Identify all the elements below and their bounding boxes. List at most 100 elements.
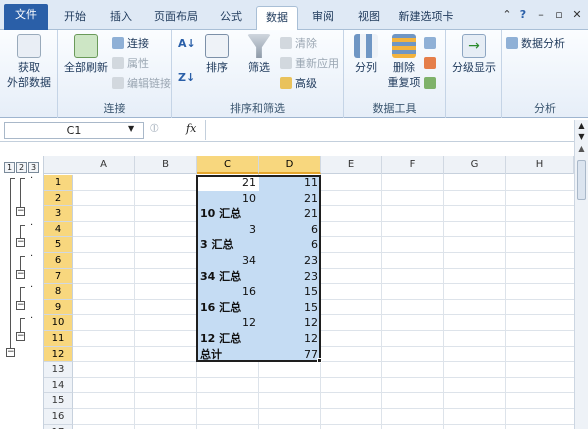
- column-header-h[interactable]: H: [506, 156, 574, 174]
- filter-button[interactable]: 筛选: [242, 34, 276, 75]
- connections-button[interactable]: 连接: [112, 36, 149, 52]
- name-box[interactable]: C1: [4, 122, 144, 139]
- cell-d2[interactable]: 21: [259, 191, 321, 207]
- row-header-17[interactable]: 17: [44, 424, 73, 429]
- cell-c11[interactable]: 12 汇总: [197, 331, 259, 347]
- cell-d12[interactable]: 77: [259, 347, 321, 363]
- row-header-8[interactable]: 8: [44, 284, 73, 300]
- row-header-11[interactable]: 11: [44, 331, 73, 347]
- cell-c2[interactable]: 10: [197, 191, 259, 207]
- formula-input[interactable]: [205, 120, 575, 140]
- close-icon[interactable]: ✕: [570, 8, 584, 21]
- outline-collapse-button[interactable]: −: [16, 300, 25, 310]
- cell-d8[interactable]: 15: [259, 284, 321, 300]
- row-header-3[interactable]: 3: [44, 206, 73, 222]
- row-header-2[interactable]: 2: [44, 190, 73, 207]
- clear-button[interactable]: 清除: [280, 36, 317, 52]
- column-header-g[interactable]: G: [444, 156, 506, 174]
- cell-c6[interactable]: 34: [197, 253, 259, 269]
- column-header-b[interactable]: B: [135, 156, 197, 174]
- tab-page-layout[interactable]: 页面布局: [146, 6, 206, 30]
- row-header-7[interactable]: 7: [44, 268, 73, 285]
- cell-d5[interactable]: 6: [259, 237, 321, 253]
- sort-ascending-icon[interactable]: A↓: [178, 36, 196, 52]
- row-header-13[interactable]: 13: [44, 362, 73, 378]
- properties-button[interactable]: 属性: [112, 56, 149, 72]
- cell-c7[interactable]: 34 汇总: [197, 269, 259, 285]
- cell-d7[interactable]: 23: [259, 269, 321, 285]
- row-header-14[interactable]: 14: [44, 377, 73, 394]
- tab-home[interactable]: 开始: [54, 6, 96, 30]
- edit-links-button[interactable]: 编辑链接: [112, 76, 171, 92]
- cell-c12[interactable]: 总计: [197, 347, 259, 363]
- help-icon[interactable]: ?: [516, 8, 530, 21]
- fill-handle[interactable]: [317, 358, 322, 363]
- outline-collapse-button[interactable]: −: [6, 347, 15, 357]
- text-to-columns-button[interactable]: 分列: [348, 34, 384, 75]
- column-header-c[interactable]: C: [197, 156, 259, 174]
- tab-formulas[interactable]: 公式: [210, 6, 252, 30]
- get-external-data-button[interactable]: 获取 外部数据: [4, 34, 54, 90]
- chevron-down-icon[interactable]: ▼: [128, 124, 134, 133]
- tab-file[interactable]: 文件: [4, 4, 48, 30]
- row-header-6[interactable]: 6: [44, 253, 73, 269]
- cell-c5[interactable]: 3 汇总: [197, 237, 259, 253]
- row-header-12[interactable]: 12: [44, 346, 73, 363]
- row-header-15[interactable]: 15: [44, 393, 73, 409]
- cell-c9[interactable]: 16 汇总: [197, 300, 259, 316]
- cell-c3[interactable]: 10 汇总: [197, 206, 259, 222]
- column-header-f[interactable]: F: [382, 156, 444, 174]
- sort-descending-icon[interactable]: Z↓: [178, 70, 195, 86]
- outline-collapse-button[interactable]: −: [16, 269, 25, 279]
- outline-collapse-button[interactable]: −: [16, 207, 25, 217]
- row-header-4[interactable]: 4: [44, 221, 73, 238]
- column-header-d[interactable]: D: [259, 156, 321, 174]
- what-if-icon[interactable]: [424, 76, 439, 92]
- row-header-5[interactable]: 5: [44, 237, 73, 253]
- cell-c10[interactable]: 12: [197, 315, 259, 331]
- column-header-e[interactable]: E: [321, 156, 382, 174]
- show-outline-button[interactable]: → 分级显示: [448, 34, 500, 75]
- outline-collapse-button[interactable]: −: [16, 332, 25, 341]
- scroll-up-icon[interactable]: ▲: [575, 142, 588, 156]
- insert-function-button[interactable]: fx: [186, 122, 196, 135]
- cell-d11[interactable]: 12: [259, 331, 321, 347]
- data-validation-icon[interactable]: [424, 36, 439, 52]
- formula-expand-button[interactable]: ▲ ▼: [574, 120, 588, 142]
- vertical-scrollbar[interactable]: ▲: [574, 142, 588, 429]
- sort-button[interactable]: 排序: [200, 34, 234, 75]
- minimize-icon[interactable]: –: [534, 8, 548, 21]
- outline-level-1[interactable]: 1: [4, 162, 15, 173]
- minimize-ribbon-icon[interactable]: ⌃: [500, 8, 514, 21]
- cell-d1[interactable]: 11: [259, 175, 321, 191]
- row-header-16[interactable]: 16: [44, 409, 73, 425]
- reapply-button[interactable]: 重新应用: [280, 56, 339, 72]
- tab-review[interactable]: 审阅: [302, 6, 344, 30]
- cell-c8[interactable]: 16: [197, 284, 259, 300]
- remove-duplicates-button[interactable]: 删除 重复项: [386, 34, 422, 90]
- column-header-a[interactable]: A: [73, 156, 135, 174]
- tab-new-tab[interactable]: 新建选项卡: [394, 6, 458, 30]
- outline-level-2[interactable]: 2: [16, 162, 27, 173]
- refresh-all-button[interactable]: 全部刷新: [62, 34, 110, 75]
- cell-c1[interactable]: 21: [197, 175, 259, 191]
- cell-d3[interactable]: 21: [259, 206, 321, 222]
- cell-c4[interactable]: 3: [197, 222, 259, 238]
- tab-view[interactable]: 视图: [348, 6, 390, 30]
- cell-d9[interactable]: 15: [259, 300, 321, 316]
- restore-icon[interactable]: ▫: [552, 8, 566, 21]
- outline-level-3[interactable]: 3: [28, 162, 39, 173]
- outline-collapse-button[interactable]: −: [16, 238, 25, 248]
- advanced-button[interactable]: 高级: [280, 76, 317, 92]
- row-header-10[interactable]: 10: [44, 315, 73, 331]
- scroll-thumb[interactable]: [577, 160, 586, 200]
- worksheet-grid[interactable]: ABCDEFGH 1234567891011121314151617 21111…: [44, 156, 574, 429]
- tab-insert[interactable]: 插入: [100, 6, 142, 30]
- cell-d6[interactable]: 23: [259, 253, 321, 269]
- cell-d4[interactable]: 6: [259, 222, 321, 238]
- data-analysis-button[interactable]: 数据分析: [506, 36, 565, 52]
- tab-data[interactable]: 数据: [256, 6, 298, 31]
- cell-d10[interactable]: 12: [259, 315, 321, 331]
- consolidate-icon[interactable]: [424, 56, 439, 72]
- row-header-9[interactable]: 9: [44, 299, 73, 316]
